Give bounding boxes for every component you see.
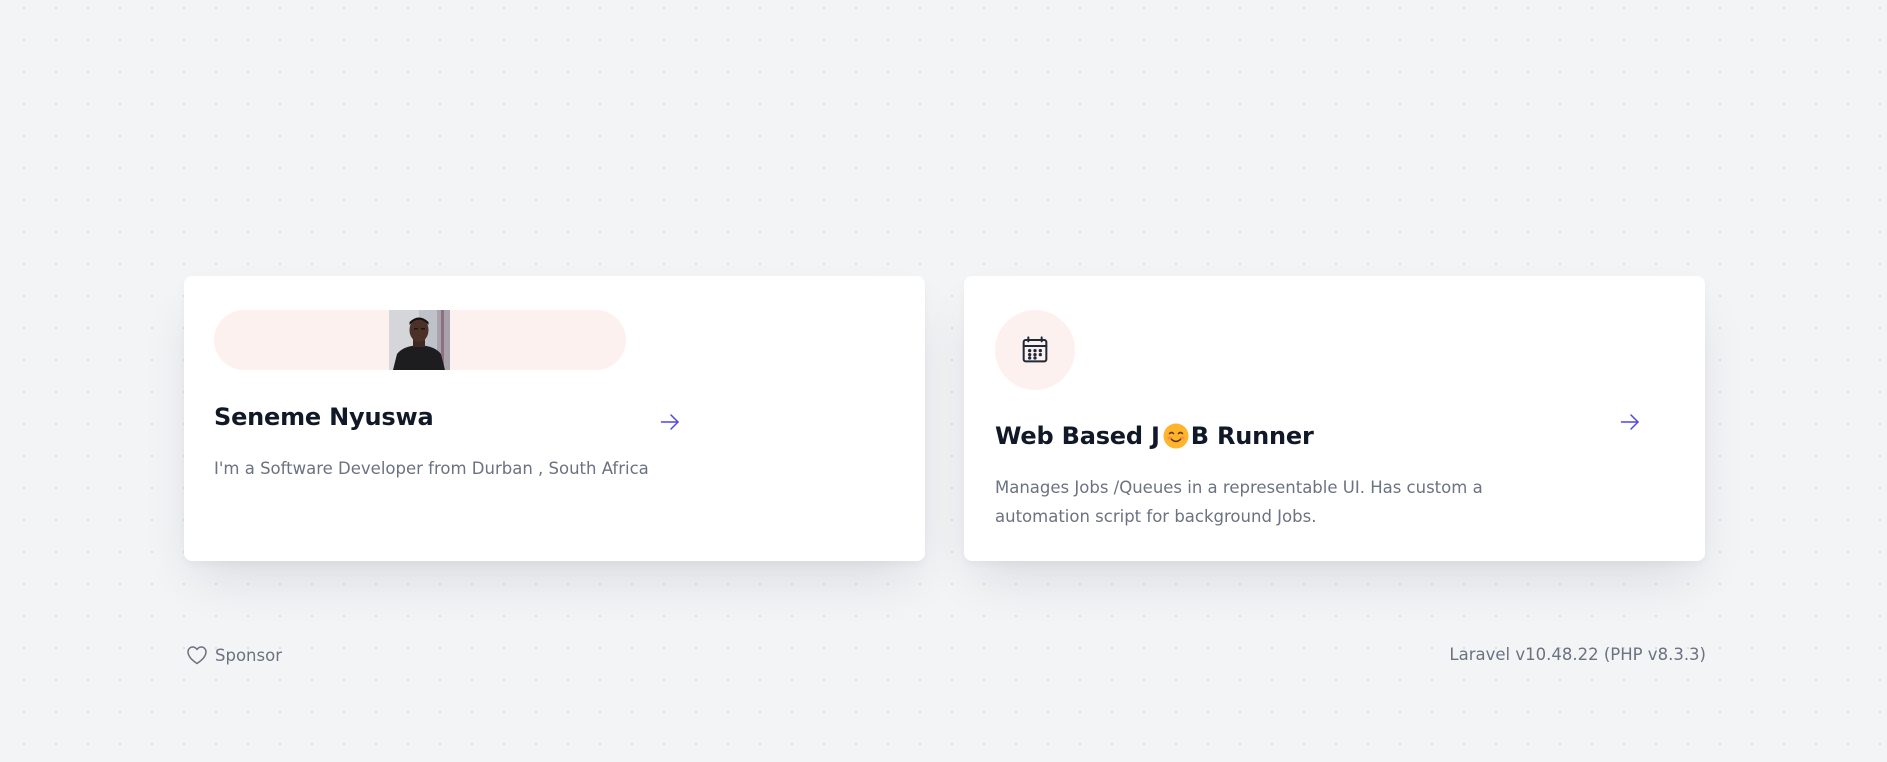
sponsor-link[interactable]: Sponsor (185, 643, 282, 667)
card-title: Web Based J B Runner (995, 422, 1314, 450)
card-description: I'm a Software Developer from Durban , S… (214, 459, 649, 478)
calendar-icon-badge (995, 310, 1075, 390)
card-title-part-2: B Runner (1190, 422, 1314, 450)
card-description: Manages Jobs /Queues in a representable … (995, 478, 1483, 526)
card-title-part-1: Web Based J (995, 422, 1160, 450)
smiling-face-emoji (1163, 423, 1189, 449)
sponsor-label: Sponsor (215, 645, 282, 665)
profile-photo-banner (214, 310, 626, 370)
profile-card[interactable]: Seneme Nyuswa I'm a Software Developer f… (184, 276, 925, 561)
heart-icon (187, 646, 207, 665)
job-runner-card[interactable]: Web Based J B Runner Manages Jobs /Queue… (964, 276, 1705, 561)
arrow-right-icon[interactable] (1618, 410, 1642, 434)
arrow-right-icon[interactable] (658, 410, 682, 434)
card-title: Seneme Nyuswa (214, 403, 434, 431)
calendar-icon (1022, 336, 1048, 363)
profile-photo (389, 310, 450, 370)
version-info: Laravel v10.48.22 (PHP v8.3.3) (1449, 645, 1706, 664)
welcome-page: Seneme Nyuswa I'm a Software Developer f… (0, 0, 1887, 762)
